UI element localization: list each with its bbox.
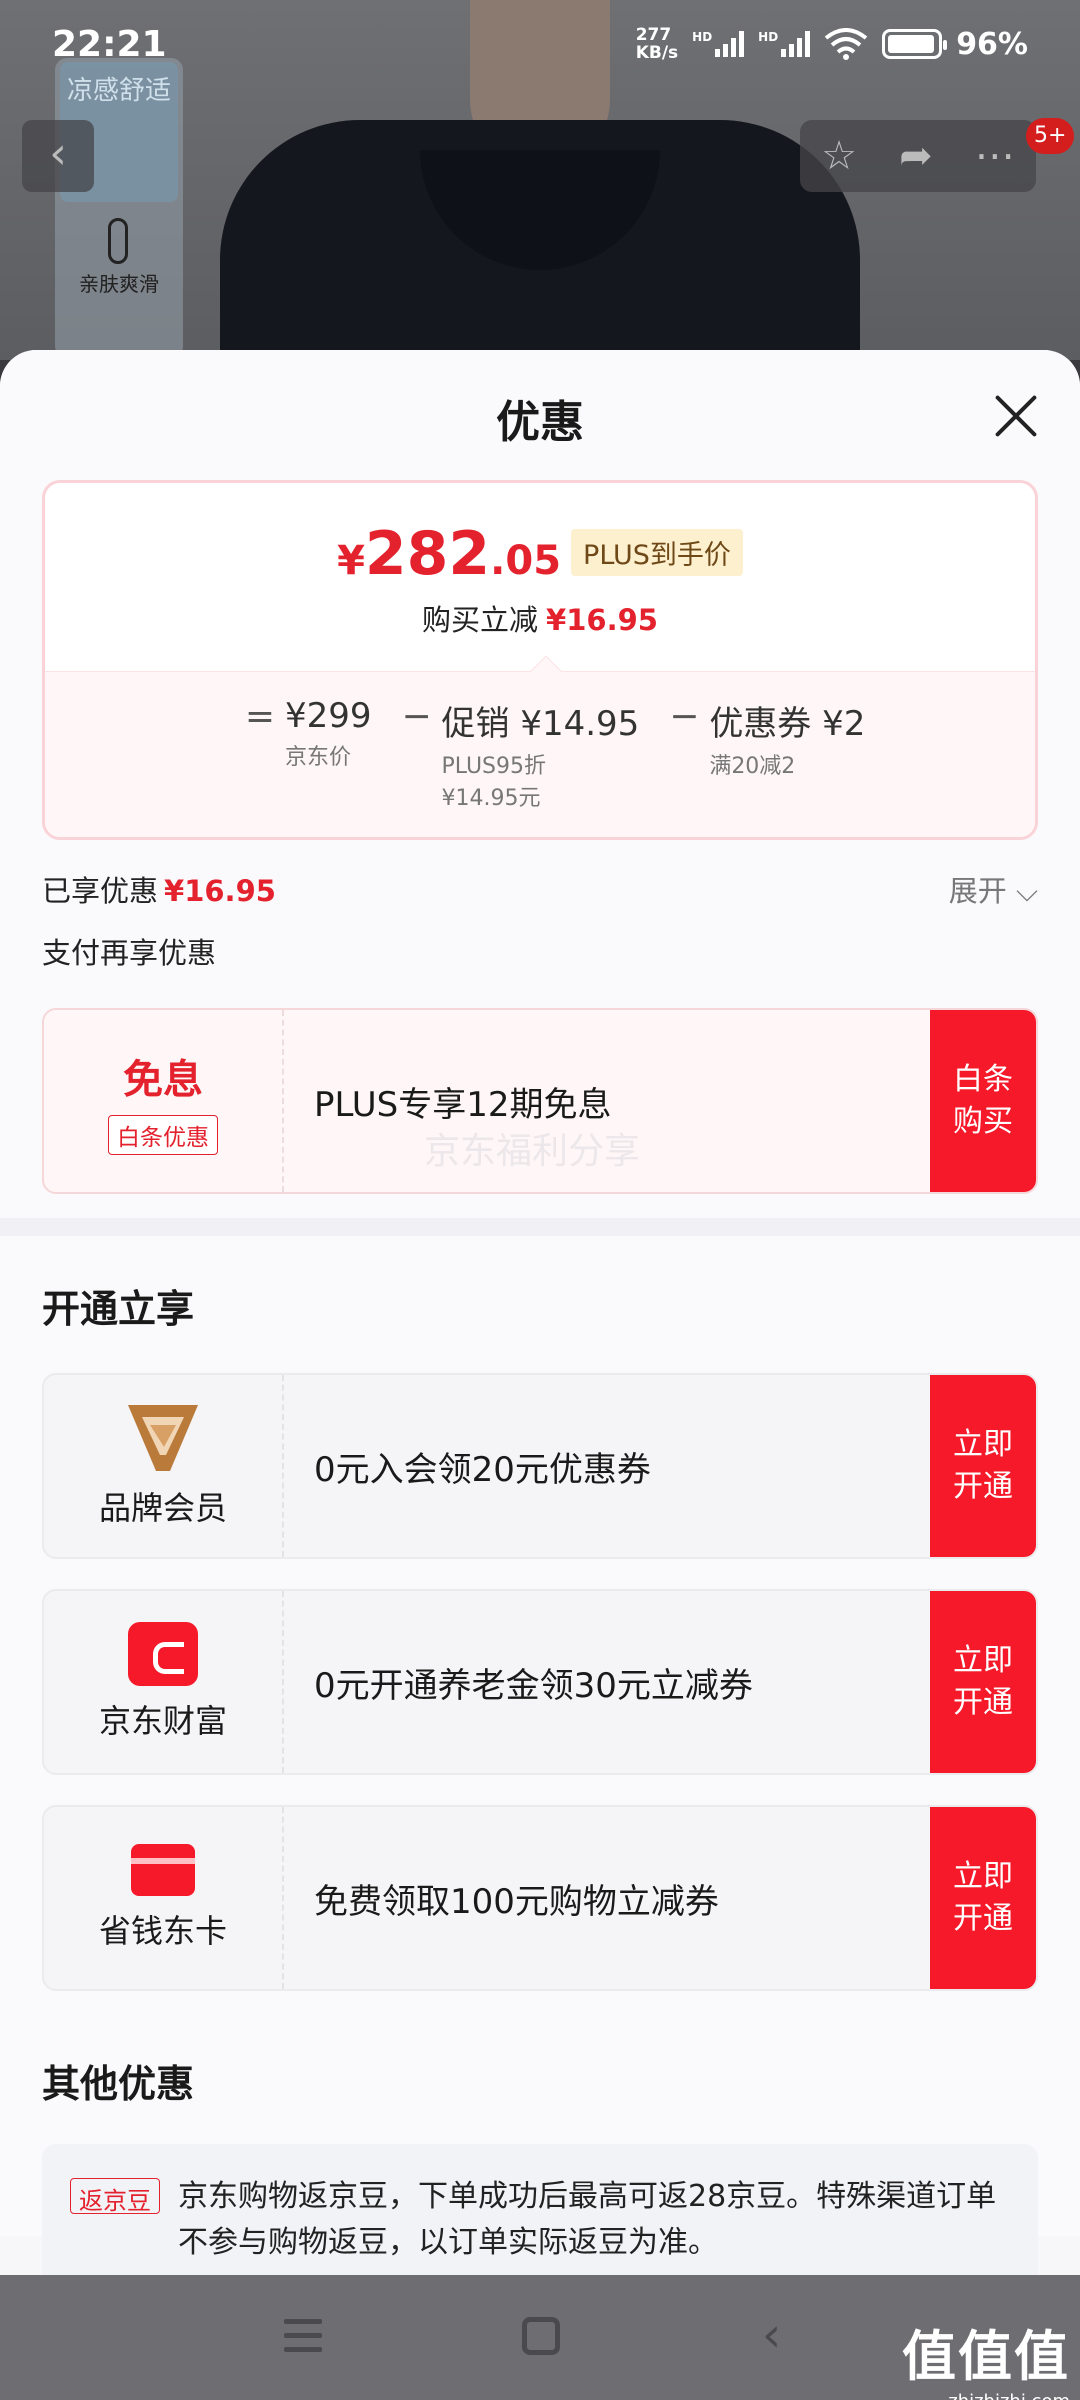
status-icons: 277 KB/s HD HD 96% xyxy=(636,26,1028,62)
saving-card-text: 免费领取100元购物立减券 xyxy=(314,1881,719,1922)
back-button[interactable]: ‹ xyxy=(22,120,94,192)
section-divider xyxy=(0,1218,1080,1236)
baitiao-offer-card[interactable]: 免息 白条优惠 PLUS专享12期免息 白条购买 京东福利分享 xyxy=(42,1008,1038,1194)
home-icon[interactable] xyxy=(522,2317,560,2355)
pay-again-label: 支付再享优惠 xyxy=(42,936,217,970)
sheet-header: 优惠 xyxy=(0,350,1080,480)
brand-member-text: 0元入会领20元优惠券 xyxy=(314,1449,651,1490)
close-icon[interactable] xyxy=(994,394,1038,438)
battery-icon xyxy=(882,29,948,59)
final-price: ¥282.05 xyxy=(337,519,562,589)
watermark-text: 京东福利分享 xyxy=(424,1131,641,1172)
instant-reduction: 购买立减 ¥16.95 xyxy=(422,603,658,637)
promo-col: 促销 ¥14.95 PLUS95折 ¥14.95元 xyxy=(441,704,640,811)
wifi-icon xyxy=(824,28,868,60)
notification-badge: 5+ xyxy=(1026,118,1075,154)
baitiao-badge: 免息 白条优惠 xyxy=(44,1010,284,1192)
jd-bean-rebate: 返京豆 京东购物返京豆，下单成功后最高可返28京豆。特殊渠道订单不参与购物返豆，… xyxy=(42,2144,1038,2275)
credit-card-icon xyxy=(131,1844,195,1896)
enjoyed-discount-row: 已享优惠 ¥16.95 展开 ⌵ xyxy=(42,868,1038,910)
nav-back-icon[interactable]: ‹ xyxy=(762,2311,781,2359)
price-calculation: = ¥299 京东价 − 促销 ¥14.95 PLUS95折 ¥14.95元 −… xyxy=(235,696,885,815)
status-time: 22:21 xyxy=(52,24,167,65)
more-icon[interactable]: ⋯ xyxy=(975,133,1015,179)
jd-wealth-text: 0元开通养老金领30元立减券 xyxy=(314,1665,753,1706)
signal-icon-2: HD xyxy=(758,31,811,57)
jd-wealth-card[interactable]: 京东财富 0元开通养老金领30元立减券 立即开通 xyxy=(42,1589,1038,1775)
thermometer-icon xyxy=(108,218,128,264)
discount-sheet: 优惠 ¥282.05 PLUS到手价 购买立减 ¥16.95 = ¥299 京东… xyxy=(0,350,1080,2275)
status-bar: 22:21 277 KB/s HD HD 96% xyxy=(0,0,1080,90)
brand-member-card[interactable]: 品牌会员 0元入会领20元优惠券 立即开通 xyxy=(42,1373,1038,1559)
menu-icon[interactable] xyxy=(284,2319,322,2353)
coupon-col: 优惠券 ¥2 满20减2 xyxy=(709,704,866,779)
share-icon[interactable]: ➦ xyxy=(899,133,933,179)
price-section: ¥282.05 PLUS到手价 购买立减¥16.95 = ¥299 京东价 − xyxy=(0,480,1080,1218)
wallet-icon xyxy=(128,1622,198,1686)
rebate-tag: 返京豆 xyxy=(70,2178,160,2215)
jd-price-col: ¥299 京东价 xyxy=(285,696,372,770)
saving-card-badge: 省钱东卡 xyxy=(44,1807,284,1989)
open-section: 开通立享 品牌会员 0元入会领20元优惠券 立即开通 京东财富 0元开通养老金领… xyxy=(0,1236,1080,2275)
open-now-button-2[interactable]: 立即开通 xyxy=(930,1591,1036,1773)
open-now-button-3[interactable]: 立即开通 xyxy=(930,1807,1036,1989)
star-icon[interactable]: ☆ xyxy=(821,133,857,179)
saving-card-card[interactable]: 省钱东卡 免费领取100元购物立减券 立即开通 xyxy=(42,1805,1038,1991)
brand-v-icon xyxy=(128,1405,198,1471)
expand-button[interactable]: 展开 ⌵ xyxy=(949,868,1038,910)
top-action-group: ☆ ➦ ⋯ xyxy=(800,120,1036,192)
site-watermark-logo: 值值值 zhizhizhi.com xyxy=(902,2325,1070,2400)
open-section-title: 开通立享 xyxy=(42,1287,195,1331)
price-summary-card: ¥282.05 PLUS到手价 购买立减¥16.95 = ¥299 京东价 − xyxy=(42,480,1038,840)
feature-tag-smooth: 亲肤爽滑 xyxy=(79,272,159,296)
price-top: ¥282.05 PLUS到手价 购买立减 ¥16.95 xyxy=(45,483,1035,671)
net-speed: 277 KB/s xyxy=(635,25,679,63)
jd-wealth-badge: 京东财富 xyxy=(44,1591,284,1773)
final-price-line: ¥282.05 PLUS到手价 xyxy=(45,519,1035,589)
baitiao-buy-button[interactable]: 白条购买 xyxy=(930,1010,1036,1192)
price-breakdown: = ¥299 京东价 − 促销 ¥14.95 PLUS95折 ¥14.95元 −… xyxy=(45,655,1035,837)
signal-icon-1: HD xyxy=(692,31,745,57)
battery-percent: 96% xyxy=(956,26,1028,62)
plus-price-tag: PLUS到手价 xyxy=(571,529,743,576)
sheet-title: 优惠 xyxy=(496,397,584,448)
other-discount-title: 其他优惠 xyxy=(42,2062,195,2106)
rebate-text: 京东购物返京豆，下单成功后最高可返28京豆。特殊渠道订单不参与购物返豆，以订单实… xyxy=(178,2179,997,2260)
open-now-button-1[interactable]: 立即开通 xyxy=(930,1375,1036,1557)
brand-member-badge: 品牌会员 xyxy=(44,1375,284,1557)
